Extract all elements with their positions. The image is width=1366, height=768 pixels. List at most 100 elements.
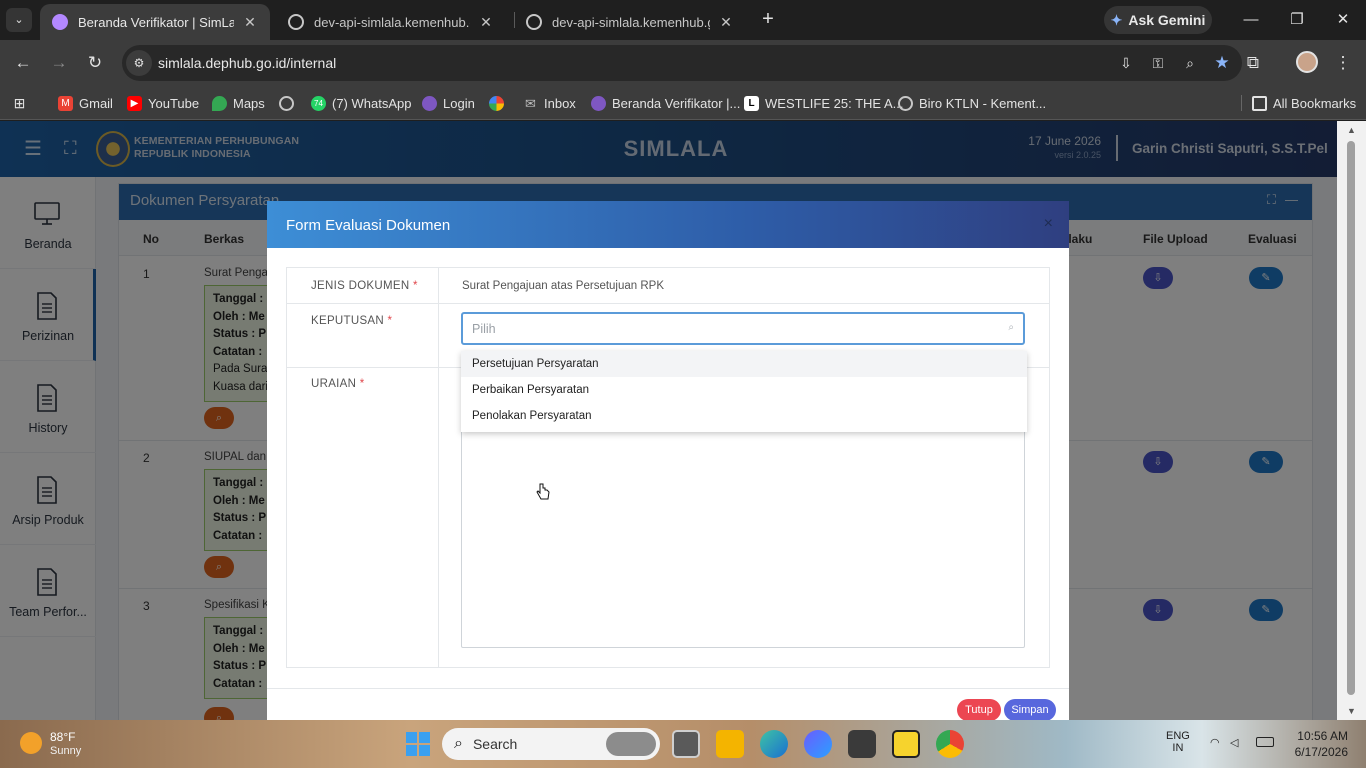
globe-icon	[526, 14, 542, 30]
bookmark-gmail[interactable]: M Gmail	[58, 93, 113, 113]
scroll-up-icon[interactable]: ▲	[1337, 123, 1366, 137]
back-arrow-icon[interactable]: ←	[10, 50, 36, 76]
bookmark-login[interactable]: Login	[422, 93, 475, 113]
all-bookmarks[interactable]: All Bookmarks	[1252, 93, 1356, 113]
site-info-icon[interactable]: ⚙	[126, 50, 152, 76]
password-key-icon[interactable]: ⚿	[1146, 51, 1170, 75]
tab-title: dev-api-simlala.kemenhub.go.id	[314, 14, 470, 30]
profile-avatar[interactable]	[1296, 51, 1318, 73]
windows-taskbar: 88°F Sunny ⌕ Search ENG IN ◠ ◁ 10:56 AM …	[0, 720, 1366, 768]
modal-header: Form Evaluasi Dokumen ×	[267, 201, 1069, 248]
bookmark-biro-ktln[interactable]: Biro KTLN - Kement...	[898, 93, 1046, 113]
close-icon[interactable]: ✕	[718, 14, 734, 31]
whatsapp-icon: 74	[311, 95, 326, 111]
restore-icon[interactable]: ❐	[1282, 8, 1312, 32]
pinwheel-icon	[489, 95, 504, 111]
search-highlight-art	[606, 732, 656, 756]
scroll-down-icon[interactable]: ▼	[1337, 704, 1366, 718]
tab-title: Beranda Verifikator | SimLala	[78, 14, 234, 30]
close-icon[interactable]: ✕	[242, 14, 258, 31]
option-penolakan-persyaratan[interactable]: Penolakan Persyaratan	[461, 403, 1027, 429]
uraian-label: URAIAN *	[311, 378, 365, 390]
maps-icon	[212, 95, 227, 111]
tab-title: dev-api-simlala.kemenhub.go.id	[552, 14, 710, 30]
label-column	[287, 268, 439, 667]
bookmark-westlife[interactable]: L WESTLIFE 25: THE A...	[744, 93, 903, 113]
youtube-icon: ▶	[127, 95, 142, 111]
evaluation-form: JENIS DOKUMEN * Surat Pengajuan atas Per…	[286, 267, 1050, 668]
bookmark-pinwheel[interactable]	[489, 93, 504, 113]
install-app-icon[interactable]: ⇩	[1114, 51, 1138, 75]
jenis-dokumen-label: JENIS DOKUMEN *	[311, 280, 418, 292]
page-viewport: ☰ ⛶ KEMENTERIAN PERHUBUNGAN REPUBLIK IND…	[0, 121, 1337, 720]
tab-dev-api-1[interactable]: dev-api-simlala.kemenhub.go.id ✕	[276, 4, 506, 40]
zoom-icon[interactable]: ⌕	[1178, 51, 1202, 75]
sun-icon	[20, 732, 42, 754]
browser-toolbar: ← → ↻ ⚙ simlala.dephub.go.id/internal ⇩ …	[0, 40, 1366, 86]
file-explorer-icon[interactable]	[716, 730, 744, 758]
tab-beranda-verifikator[interactable]: Beranda Verifikator | SimLala ✕	[40, 4, 270, 40]
scroll-thumb[interactable]	[1347, 141, 1355, 695]
keputusan-label: KEPUTUSAN *	[311, 315, 393, 327]
task-view-icon[interactable]	[672, 730, 700, 758]
camera-icon[interactable]	[848, 730, 876, 758]
browser-tab-strip: ⌄ Beranda Verifikator | SimLala ✕ dev-ap…	[0, 0, 1366, 40]
bookmarks-bar: ⊞ M Gmail ▶ YouTube Maps 74 (7) WhatsApp Lo…	[0, 86, 1366, 120]
keputusan-select[interactable]: Pilih ⌕	[461, 312, 1025, 345]
simlala-favicon-icon	[52, 14, 68, 30]
search-icon: ⌕	[454, 735, 463, 752]
copilot-icon[interactable]	[804, 730, 832, 758]
gemini-sparkle-icon: ✦	[1110, 11, 1123, 28]
sticky-notes-icon[interactable]	[892, 730, 920, 758]
globe-icon	[288, 14, 304, 30]
window-close-icon[interactable]: ✕	[1328, 8, 1358, 32]
uraian-textarea[interactable]	[461, 404, 1025, 648]
modal-title: Form Evaluasi Dokumen	[286, 217, 451, 234]
bookmark-maps[interactable]: Maps	[212, 93, 265, 113]
form-evaluasi-modal: Form Evaluasi Dokumen × JENIS DOKUMEN * …	[267, 201, 1069, 720]
volume-icon[interactable]: ◁	[1230, 736, 1238, 749]
ask-gemini-button[interactable]: ✦ Ask Gemini	[1104, 6, 1212, 34]
menu-kebab-icon[interactable]: ⋮	[1330, 50, 1356, 76]
tutup-button[interactable]: Tutup	[957, 699, 1001, 720]
globe-icon	[898, 95, 913, 111]
bookmarks-separator	[1241, 95, 1242, 111]
select-placeholder: Pilih	[472, 322, 496, 336]
option-persetujuan-persyaratan[interactable]: Persetujuan Persyaratan	[461, 351, 1027, 377]
gemini-label: Ask Gemini	[1128, 12, 1206, 28]
tab-search-button[interactable]: ⌄	[6, 8, 32, 32]
letter-l-icon: L	[744, 95, 759, 111]
option-perbaikan-persyaratan[interactable]: Perbaikan Persyaratan	[461, 377, 1027, 403]
taskbar-search[interactable]: ⌕ Search	[442, 728, 660, 760]
address-bar[interactable]: ⚙ simlala.dephub.go.id/internal ⇩ ⚿ ⌕ ★	[122, 45, 1242, 81]
search-icon: ⌕	[1008, 322, 1014, 333]
row-divider	[287, 303, 1049, 304]
bookmark-globe[interactable]	[279, 93, 294, 113]
minimize-icon[interactable]: —	[1236, 8, 1266, 32]
new-tab-button[interactable]: +	[758, 8, 778, 32]
edge-icon[interactable]	[760, 730, 788, 758]
url-text[interactable]: simlala.dephub.go.id/internal	[158, 55, 336, 71]
bookmark-star-icon[interactable]: ★	[1210, 51, 1234, 75]
close-icon[interactable]: ×	[1044, 215, 1053, 233]
bookmark-inbox[interactable]: ✉ Inbox	[523, 93, 576, 113]
language-indicator[interactable]: ENG IN	[1166, 730, 1190, 754]
tab-dev-api-2[interactable]: dev-api-simlala.kemenhub.go.id ✕	[514, 4, 746, 40]
gmail-icon: M	[58, 95, 73, 111]
system-clock[interactable]: 10:56 AM 6/17/2026	[1295, 728, 1348, 760]
bookmark-youtube[interactable]: ▶ YouTube	[127, 93, 199, 113]
wifi-icon[interactable]: ◠	[1210, 736, 1220, 749]
apps-grid-icon[interactable]: ⊞	[12, 93, 27, 113]
chrome-icon[interactable]	[936, 730, 964, 758]
bookmark-beranda-verifikator[interactable]: Beranda Verifikator |...	[591, 93, 740, 113]
bookmark-whatsapp[interactable]: 74 (7) WhatsApp	[311, 93, 411, 113]
simlala-icon	[591, 95, 606, 111]
simpan-button[interactable]: Simpan	[1004, 699, 1056, 720]
reload-icon[interactable]: ↻	[82, 50, 108, 76]
windows-start-icon[interactable]	[406, 732, 430, 756]
battery-icon[interactable]	[1256, 737, 1274, 747]
forward-arrow-icon[interactable]: →	[46, 50, 72, 76]
close-icon[interactable]: ✕	[478, 14, 494, 31]
extensions-icon[interactable]: ⧉	[1240, 50, 1266, 76]
page-scrollbar[interactable]: ▲ ▼	[1337, 121, 1366, 720]
